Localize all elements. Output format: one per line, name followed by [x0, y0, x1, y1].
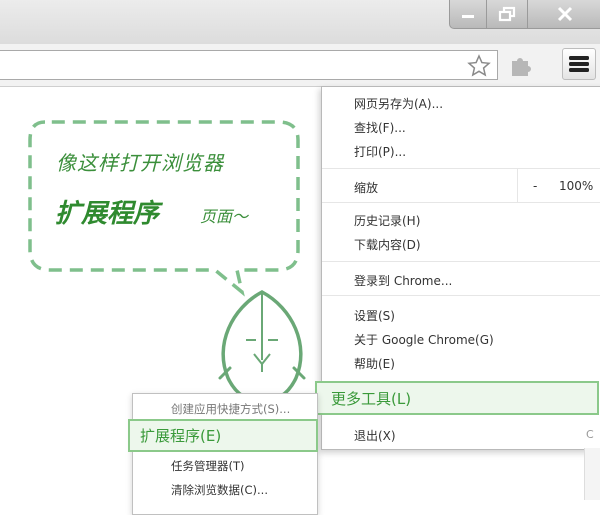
- annotation-line2: 扩展程序: [55, 199, 160, 229]
- menu-item-sign-in[interactable]: 登录到 Chrome...: [354, 272, 452, 289]
- submenu-item-task-manager[interactable]: 任务管理器(T): [171, 458, 245, 474]
- menu-item-downloads[interactable]: 下载内容(D): [354, 236, 421, 253]
- zoom-out-button[interactable]: -: [533, 179, 537, 193]
- menu-item-find[interactable]: 查找(F)...: [354, 119, 406, 136]
- menu-item-more-tools[interactable]: 更多工具(L): [315, 381, 599, 415]
- zoom-value: 100%: [559, 179, 594, 193]
- menu-item-settings[interactable]: 设置(S): [354, 307, 395, 324]
- submenu-item-clear-data[interactable]: 清除浏览数据(C)...: [171, 482, 268, 498]
- menu-separator: [322, 261, 600, 262]
- menu-item-about[interactable]: 关于 Google Chrome(G): [354, 331, 494, 348]
- submenu-item-extensions[interactable]: 扩展程序(E): [128, 419, 318, 452]
- menu-item-zoom-label: 缩放: [354, 181, 379, 195]
- menu-item-print[interactable]: 打印(P)...: [354, 143, 406, 160]
- scrollbar[interactable]: [584, 448, 600, 500]
- menu-item-exit[interactable]: 退出(X): [354, 427, 396, 444]
- annotation-line1: 像这样打开浏览器: [56, 151, 224, 175]
- menu-item-help[interactable]: 帮助(E): [354, 355, 395, 372]
- more-tools-submenu: 创建应用快捷方式(S)... 任务管理器(T) 清除浏览数据(C)...: [132, 393, 318, 515]
- annotation-line3: 页面～: [200, 207, 249, 226]
- menu-separator: [322, 295, 600, 296]
- menu-separator: [322, 202, 600, 203]
- submenu-item-create-shortcut[interactable]: 创建应用快捷方式(S)...: [171, 401, 290, 417]
- menu-item-save-page[interactable]: 网页另存为(A)...: [354, 95, 443, 112]
- exit-shortcut-marker: C: [586, 428, 594, 441]
- menu-item-history[interactable]: 历史记录(H): [354, 212, 420, 229]
